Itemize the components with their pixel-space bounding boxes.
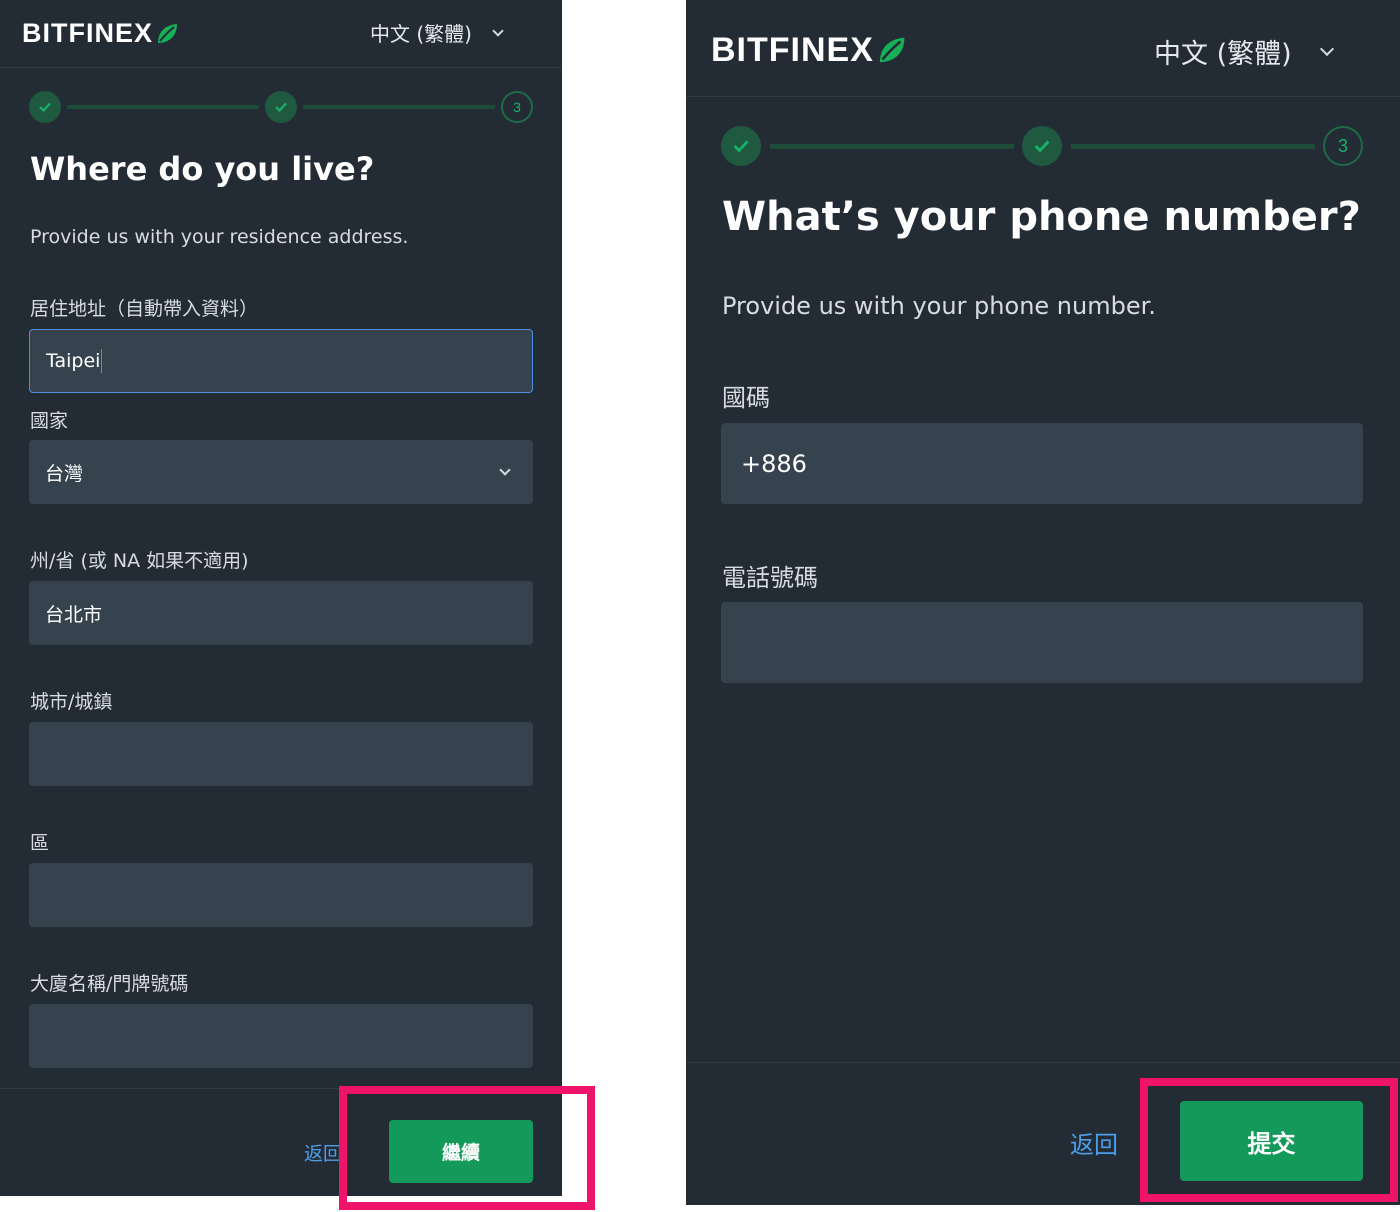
step-1-complete (721, 126, 761, 166)
progress-stepper: 3 (686, 0, 1400, 180)
text-caret (101, 349, 103, 373)
building-label: 大廈名稱/門牌號碼 (30, 973, 189, 995)
country-value: 台灣 (45, 462, 84, 485)
chevron-down-icon (499, 464, 511, 476)
progress-stepper: 3 (0, 0, 562, 130)
page-title: What’s your phone number? (722, 194, 1361, 240)
address-label: 居住地址（自動帶入資料） (30, 298, 259, 320)
country-label: 國家 (30, 410, 69, 432)
state-value: 台北市 (45, 603, 103, 626)
country-code-value: +886 (741, 449, 807, 478)
step-1-complete (29, 91, 61, 123)
address-input[interactable]: Taipei (29, 329, 533, 393)
continue-button-highlight (339, 1086, 595, 1210)
step-connector (770, 144, 1014, 149)
step-2-complete (1022, 126, 1062, 166)
check-icon (733, 140, 749, 153)
step-3-current: 3 (501, 91, 533, 123)
address-value: Taipei (46, 350, 101, 372)
back-button[interactable]: 返回 (304, 1139, 342, 1166)
phone-input[interactable] (721, 602, 1363, 683)
step-connector (303, 105, 495, 109)
country-code-input[interactable]: +886 (721, 423, 1363, 504)
country-select[interactable]: 台灣 (29, 440, 533, 504)
step-connector (1071, 144, 1315, 149)
page-subtitle: Provide us with your phone number. (722, 292, 1156, 320)
country-code-label: 國碼 (722, 384, 770, 412)
state-label: 州/省 (或 NA 如果不適用) (30, 550, 249, 572)
submit-button-highlight (1140, 1078, 1398, 1202)
state-input[interactable]: 台北市 (29, 581, 533, 645)
phone-form-panel: BITFINEX 中文 (繁體) 3 What’s your phone num… (686, 0, 1400, 1205)
page-title: Where do you live? (30, 150, 375, 188)
step-connector (67, 105, 259, 109)
building-input[interactable] (29, 1004, 533, 1068)
step-3-current: 3 (1323, 126, 1363, 166)
district-input[interactable] (29, 863, 533, 927)
check-icon (1034, 140, 1050, 153)
city-input[interactable] (29, 722, 533, 786)
city-label: 城市/城鎮 (30, 691, 113, 713)
check-icon (275, 102, 287, 113)
address-form-panel: BITFINEX 中文 (繁體) 3 Where do you live? Pr… (0, 0, 562, 1196)
back-button[interactable]: 返回 (1070, 1125, 1118, 1160)
check-icon (39, 102, 51, 113)
step-2-complete (265, 91, 297, 123)
phone-label: 電話號碼 (722, 564, 818, 592)
district-label: 區 (30, 832, 50, 854)
page-subtitle: Provide us with your residence address. (30, 226, 409, 248)
